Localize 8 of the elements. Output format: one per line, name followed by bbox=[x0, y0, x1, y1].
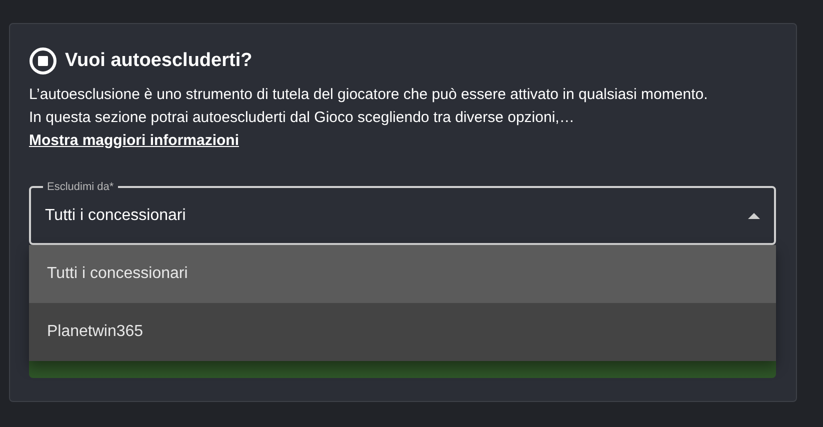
dropdown-option[interactable]: Planetwin365 bbox=[29, 303, 776, 361]
more-info-link[interactable]: Mostra maggiori informazioni bbox=[29, 129, 240, 152]
description-text: L’autoesclusione è uno strumento di tutela del giocatore che può essere attivato in qualsiasi momento. In questa sezione potrai autoescluderti dal Gioco scegliendo tra diverse opzioni,… bbox=[29, 85, 709, 128]
select-value: Tutti i concessionari bbox=[45, 206, 186, 224]
dropdown-option[interactable]: Tutti i concessionari bbox=[29, 245, 776, 303]
stop-icon bbox=[29, 47, 57, 75]
section-title: Vuoi autoescluderti? bbox=[65, 50, 252, 72]
caret-icon bbox=[748, 212, 760, 218]
